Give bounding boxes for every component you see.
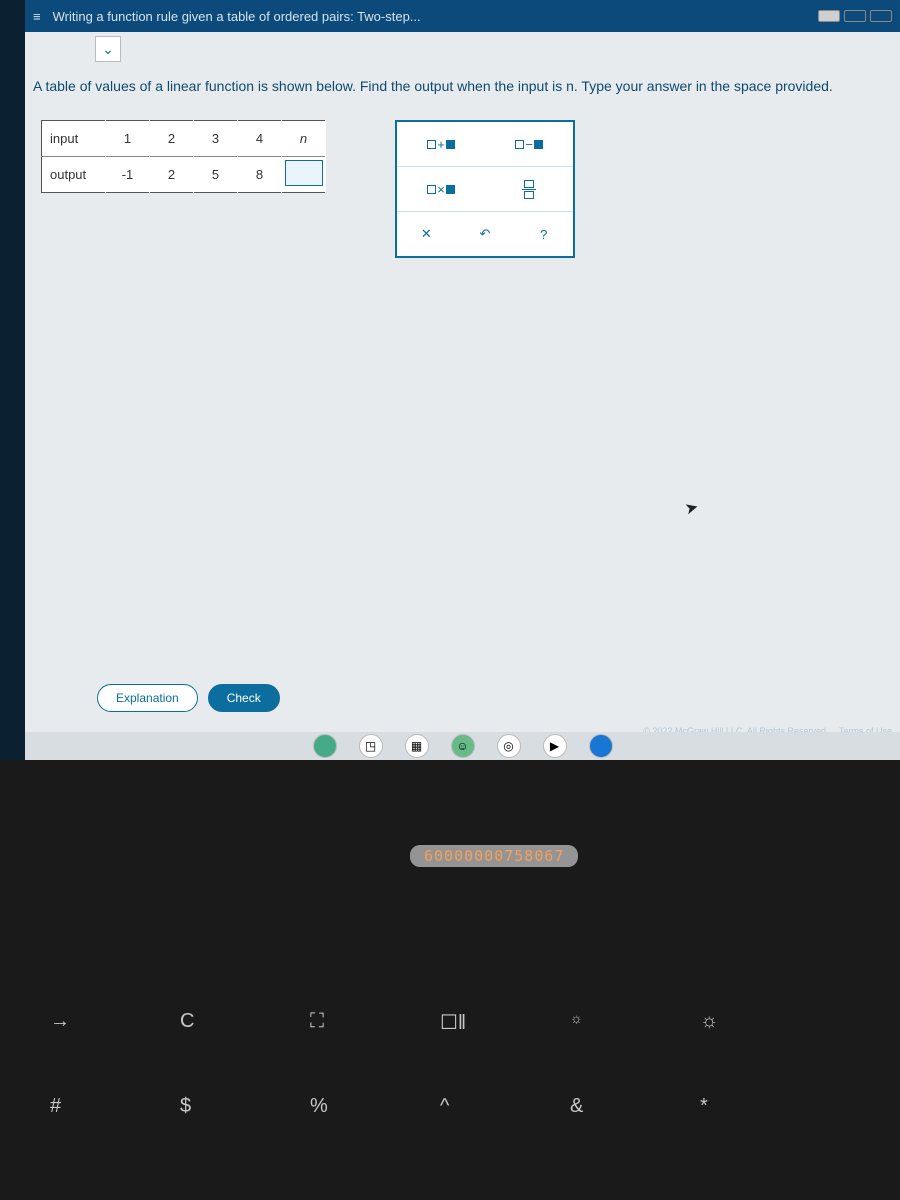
answer-cell <box>282 157 326 193</box>
app-screen: ≡ Writing a function rule given a table … <box>25 0 900 760</box>
chrome-shelf: ◳ ▦ ☺ ◎ ▶ <box>25 732 900 760</box>
table-row: output -1 2 5 8 <box>42 157 326 193</box>
key-caret: ^ <box>440 1095 449 1118</box>
question-prompt: A table of values of a linear function i… <box>33 78 892 94</box>
tool-subtract[interactable]: − <box>485 122 573 166</box>
input-cell: 4 <box>238 121 282 157</box>
tool-clear[interactable]: ✕ <box>397 212 456 256</box>
key-hash: # <box>50 1095 61 1118</box>
input-cell: 3 <box>194 121 238 157</box>
shelf-chrome-icon[interactable]: ◎ <box>497 734 521 758</box>
key-star: * <box>700 1095 708 1118</box>
explanation-button[interactable]: Explanation <box>97 684 198 712</box>
output-cell: 5 <box>194 157 238 193</box>
help-icon: ? <box>540 227 547 242</box>
output-cell: -1 <box>106 157 150 193</box>
key-brightdown: ☼ <box>570 1010 583 1026</box>
close-button[interactable] <box>870 10 892 22</box>
shelf-docs-icon[interactable] <box>313 734 337 758</box>
close-icon: ✕ <box>421 226 432 242</box>
input-cell: 1 <box>106 121 150 157</box>
key-fullscreen: ⛶ <box>310 1010 324 1033</box>
input-label: input <box>42 121 106 157</box>
key-refresh: C <box>180 1010 194 1033</box>
answer-input[interactable] <box>285 160 323 186</box>
function-table: input 1 2 3 4 n output -1 2 5 8 <box>41 120 326 193</box>
output-cell: 2 <box>150 157 194 193</box>
math-toolbox: + − × ✕ ↶ ? <box>395 120 575 258</box>
shelf-drive-icon[interactable]: ◳ <box>359 734 383 758</box>
key-percent: % <box>310 1095 328 1118</box>
title-text: Writing a function rule given a table of… <box>53 9 421 24</box>
input-cell-n: n <box>282 121 326 157</box>
shelf-app-icon[interactable] <box>589 734 613 758</box>
menu-icon[interactable]: ≡ <box>33 9 41 24</box>
tool-multiply[interactable]: × <box>397 167 485 211</box>
key-amp: & <box>570 1095 583 1118</box>
check-button[interactable]: Check <box>208 684 280 712</box>
output-label: output <box>42 157 106 193</box>
titlebar: ≡ Writing a function rule given a table … <box>25 0 900 32</box>
shelf-play-icon[interactable]: ▶ <box>543 734 567 758</box>
undo-icon: ↶ <box>480 226 491 242</box>
tool-fraction[interactable] <box>485 167 573 211</box>
key-brightup: ☼ <box>700 1010 718 1033</box>
key-dollar: $ <box>180 1095 191 1118</box>
device-id-badge: 60000000758067 <box>410 845 578 867</box>
action-buttons: Explanation Check <box>97 684 280 712</box>
cursor-icon: ➤ <box>683 497 701 520</box>
collapse-toggle[interactable]: ⌄ <box>95 36 121 62</box>
tool-undo[interactable]: ↶ <box>456 212 515 256</box>
table-row: input 1 2 3 4 n <box>42 121 326 157</box>
fraction-icon <box>522 180 536 199</box>
window-controls <box>818 10 892 22</box>
input-cell: 2 <box>150 121 194 157</box>
shelf-contacts-icon[interactable]: ☺ <box>451 734 475 758</box>
key-windows: ☐‖ <box>440 1010 466 1035</box>
tool-help[interactable]: ? <box>514 212 573 256</box>
output-cell: 8 <box>238 157 282 193</box>
shelf-sheets-icon[interactable]: ▦ <box>405 734 429 758</box>
tool-add[interactable]: + <box>397 122 485 166</box>
minimize-button[interactable] <box>818 10 840 22</box>
key-arrow: → <box>50 1010 70 1033</box>
chevron-down-icon: ⌄ <box>102 41 114 58</box>
maximize-button[interactable] <box>844 10 866 22</box>
